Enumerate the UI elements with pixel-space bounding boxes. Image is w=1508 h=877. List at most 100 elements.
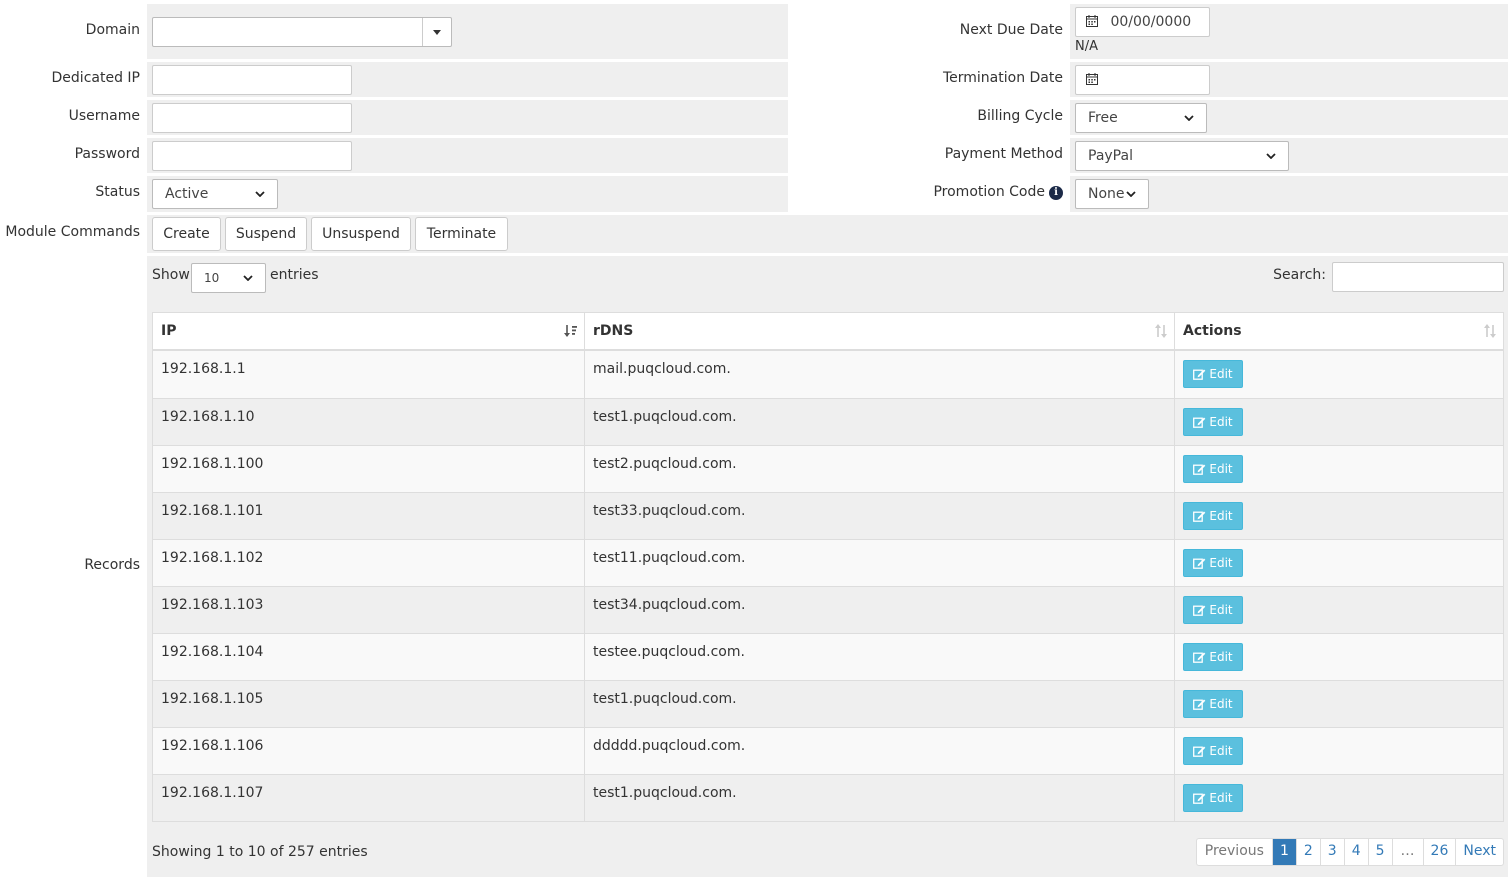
status-label: Status — [95, 184, 140, 200]
next-due-date-value: 00/00/0000 — [1110, 14, 1192, 30]
unsuspend-button[interactable]: Unsuspend — [311, 217, 411, 251]
edit-button-label: Edit — [1209, 791, 1233, 805]
chevron-down-icon — [1184, 115, 1194, 121]
actions-cell: Edit — [1175, 634, 1503, 680]
termination-date-label: Termination Date — [942, 70, 1063, 86]
ip-cell: 192.168.1.106 — [153, 728, 585, 774]
payment-method-value: PayPal — [1088, 148, 1133, 164]
edit-button[interactable]: Edit — [1183, 784, 1243, 812]
column-header-actions[interactable]: Actions — [1175, 313, 1503, 349]
edit-button[interactable]: Edit — [1183, 596, 1243, 624]
domain-label: Domain — [85, 22, 140, 38]
calendar-icon — [1086, 73, 1098, 85]
promotion-code-value: None — [1088, 186, 1125, 202]
promotion-code-label: Promotion Code — [933, 184, 1045, 200]
suspend-button[interactable]: Suspend — [225, 217, 307, 251]
pagination-previous[interactable]: Previous — [1197, 839, 1272, 865]
billing-cycle-select[interactable]: Free — [1075, 103, 1207, 133]
edit-button[interactable]: Edit — [1183, 549, 1243, 577]
actions-cell: Edit — [1175, 493, 1503, 539]
ip-cell: 192.168.1.101 — [153, 493, 585, 539]
table-row: 192.168.1.104 testee.puqcloud.com. Edit — [153, 633, 1503, 680]
rdns-cell: test1.puqcloud.com. — [585, 399, 1175, 445]
info-icon[interactable]: i — [1049, 186, 1063, 200]
ip-cell: 192.168.1.105 — [153, 681, 585, 727]
actions-cell: Edit — [1175, 775, 1503, 821]
table-row: 192.168.1.107 test1.puqcloud.com. Edit — [153, 774, 1503, 821]
edit-button[interactable]: Edit — [1183, 502, 1243, 530]
show-entries-label: Show — [152, 267, 190, 283]
actions-cell: Edit — [1175, 399, 1503, 445]
payment-method-label: Payment Method — [944, 146, 1063, 162]
edit-button[interactable]: Edit — [1183, 360, 1243, 388]
table-row: 192.168.1.106 ddddd.puqcloud.com. Edit — [153, 727, 1503, 774]
ip-cell: 192.168.1.10 — [153, 399, 585, 445]
password-label: Password — [74, 146, 140, 162]
column-header-actions-label: Actions — [1183, 323, 1242, 339]
edit-icon — [1193, 605, 1206, 616]
column-header-ip-label: IP — [161, 323, 177, 339]
edit-button[interactable]: Edit — [1183, 408, 1243, 436]
pagination-page-1[interactable]: 1 — [1271, 839, 1296, 865]
module-commands-label: Module Commands — [5, 224, 140, 240]
edit-icon — [1193, 746, 1206, 757]
domain-select[interactable] — [152, 17, 452, 47]
pagination-page-3[interactable]: 3 — [1319, 839, 1344, 865]
sort-icon — [1484, 324, 1496, 338]
edit-button[interactable]: Edit — [1183, 455, 1243, 483]
chevron-down-icon — [1266, 153, 1276, 159]
search-input[interactable] — [1332, 262, 1504, 292]
username-input[interactable] — [152, 103, 352, 133]
billing-cycle-label: Billing Cycle — [977, 108, 1063, 124]
pagination-next[interactable]: Next — [1455, 839, 1503, 865]
table-body: 192.168.1.1 mail.puqcloud.com. Edit 192.168… — [153, 351, 1503, 821]
pagination-page-5[interactable]: 5 — [1367, 839, 1392, 865]
termination-date-input[interactable] — [1075, 65, 1210, 95]
edit-button-label: Edit — [1209, 603, 1233, 617]
caret-down-icon — [433, 29, 441, 35]
page-size-select[interactable]: 10 — [191, 263, 266, 293]
rdns-cell: test11.puqcloud.com. — [585, 540, 1175, 586]
rdns-cell: mail.puqcloud.com. — [585, 351, 1175, 398]
edit-button[interactable]: Edit — [1183, 690, 1243, 718]
promotion-code-select[interactable]: None — [1075, 179, 1149, 209]
payment-method-select[interactable]: PayPal — [1075, 141, 1289, 171]
pagination-page-2[interactable]: 2 — [1295, 839, 1320, 865]
table-row: 192.168.1.100 test2.puqcloud.com. Edit — [153, 445, 1503, 492]
terminate-button[interactable]: Terminate — [415, 217, 508, 251]
status-select[interactable]: Active — [152, 179, 278, 209]
actions-cell: Edit — [1175, 587, 1503, 633]
pagination-page-4[interactable]: 4 — [1343, 839, 1368, 865]
next-due-date-input[interactable]: 00/00/0000 — [1075, 7, 1210, 37]
rdns-cell: ddddd.puqcloud.com. — [585, 728, 1175, 774]
edit-button[interactable]: Edit — [1183, 643, 1243, 671]
rdns-cell: test2.puqcloud.com. — [585, 446, 1175, 492]
create-button[interactable]: Create — [152, 217, 221, 251]
table-row: 192.168.1.1 mail.puqcloud.com. Edit — [153, 351, 1503, 398]
edit-button-label: Edit — [1209, 462, 1233, 476]
edit-button[interactable]: Edit — [1183, 737, 1243, 765]
column-header-ip[interactable]: IP — [153, 313, 585, 349]
entries-label: entries — [270, 267, 319, 283]
dedicated-ip-input[interactable] — [152, 65, 352, 95]
edit-icon — [1193, 464, 1206, 475]
calendar-icon — [1086, 15, 1098, 27]
dedicated-ip-label: Dedicated IP — [51, 70, 140, 86]
edit-icon — [1193, 511, 1206, 522]
column-header-rdns-label: rDNS — [593, 323, 634, 339]
records-table: IP rDNS Actions 192.168.1.1 mail.puqcloud… — [152, 312, 1504, 822]
edit-button-label: Edit — [1209, 367, 1233, 381]
status-value: Active — [165, 186, 209, 202]
chevron-down-icon — [1126, 191, 1136, 197]
edit-icon — [1193, 558, 1206, 569]
pagination-page-26[interactable]: 26 — [1422, 839, 1456, 865]
sort-icon — [1155, 324, 1167, 338]
rdns-cell: test33.puqcloud.com. — [585, 493, 1175, 539]
domain-dropdown-toggle[interactable] — [422, 18, 451, 46]
password-input[interactable] — [152, 141, 352, 171]
actions-cell: Edit — [1175, 540, 1503, 586]
edit-button-label: Edit — [1209, 509, 1233, 523]
column-header-rdns[interactable]: rDNS — [585, 313, 1175, 349]
table-header: IP rDNS Actions — [153, 313, 1503, 351]
billing-cycle-value: Free — [1088, 110, 1118, 126]
